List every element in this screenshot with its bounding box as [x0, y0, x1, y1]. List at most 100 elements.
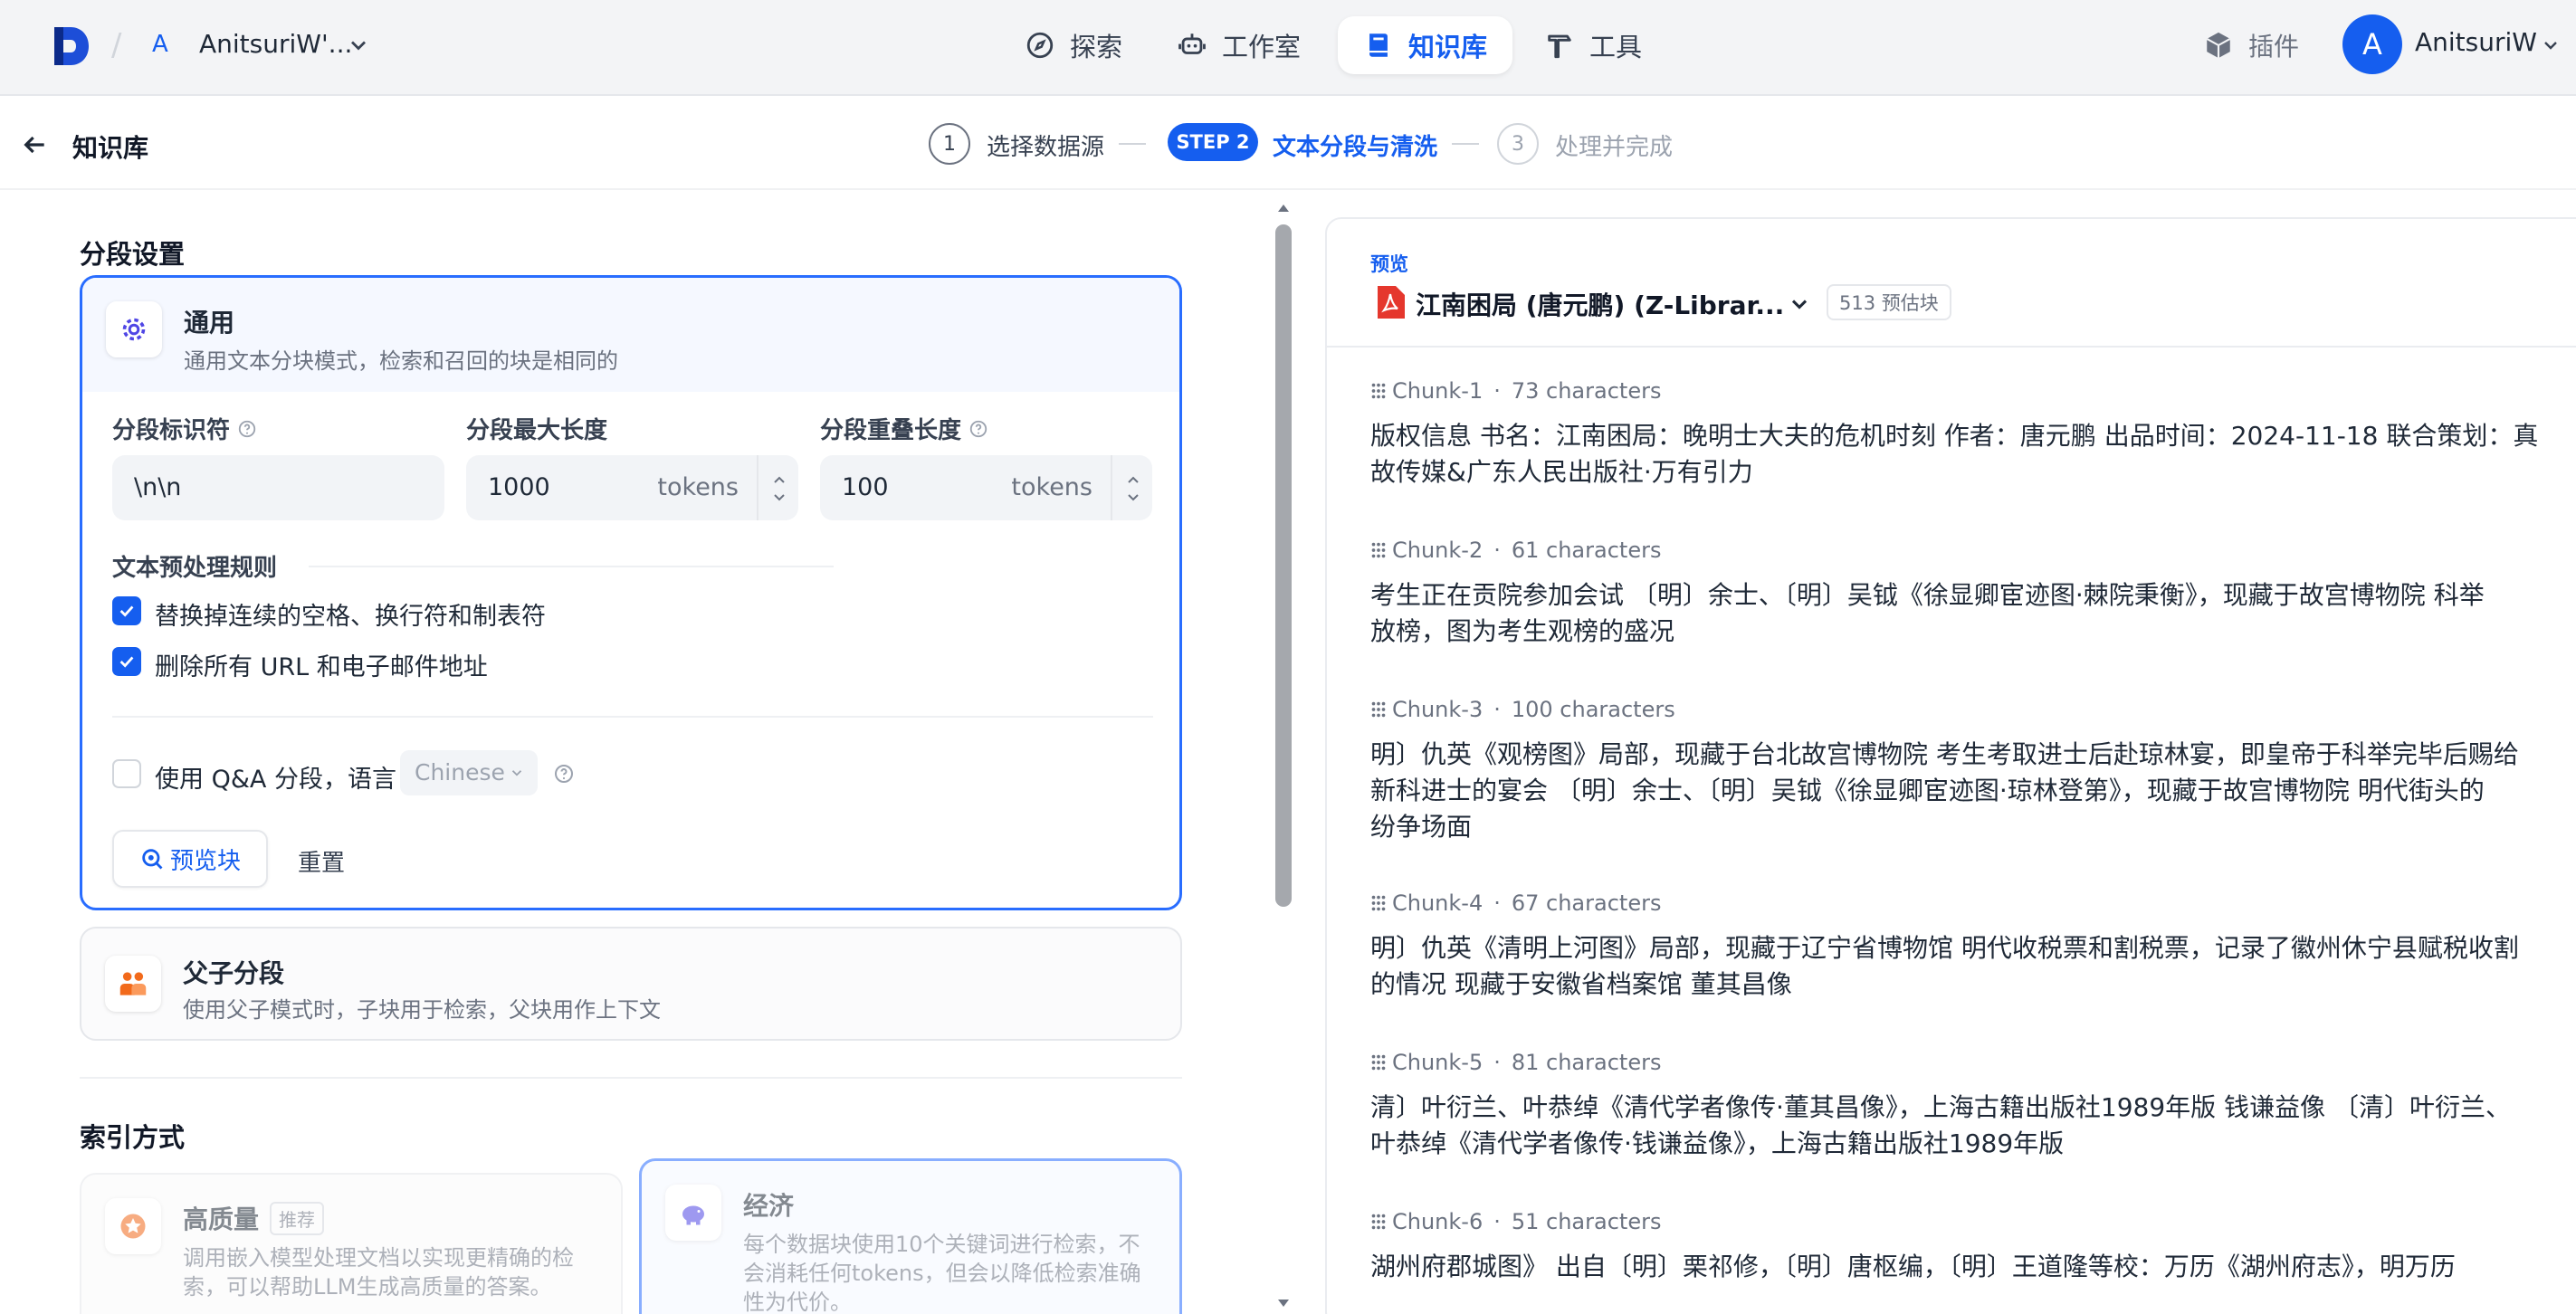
- recommended-badge: 推荐: [270, 1202, 324, 1235]
- plugin-button[interactable]: 插件: [2203, 27, 2299, 63]
- grip-dots-icon: [1371, 895, 1386, 911]
- breadcrumb-separator: /: [111, 27, 122, 63]
- chevron-down-icon[interactable]: [2540, 34, 2562, 56]
- chevron-down-icon[interactable]: [346, 33, 371, 58]
- grip-dots-icon: [1371, 1054, 1386, 1071]
- language-select[interactable]: Chinese: [400, 750, 538, 795]
- parent-child-segment-card[interactable]: 父子分段 使用父子模式时，子块用于检索，父块用作上下文: [80, 927, 1182, 1041]
- chevron-down-icon[interactable]: [1787, 291, 1812, 317]
- check-icon: [119, 605, 134, 617]
- max-length-stepper[interactable]: [757, 455, 798, 520]
- overlap-stepper[interactable]: [1111, 455, 1152, 520]
- grip-dots-icon: [1371, 542, 1386, 558]
- chunk-header: Chunk-6 · 51 characters: [1369, 1209, 1661, 1234]
- high-quality-desc-line1: 调用嵌入模型处理文档以实现更精确的检: [183, 1245, 574, 1271]
- piggy-bank-icon: [682, 1205, 704, 1225]
- max-length-input[interactable]: 1000 tokens: [466, 455, 798, 520]
- max-length-value: 1000: [488, 473, 550, 501]
- chunk-text-line: 故传媒&广东人民出版社·万有引力: [1370, 457, 1753, 487]
- check-icon: [119, 656, 134, 668]
- chunk-text-line: 新科进士的宴会 〔明〕余士、〔明〕吴钺《徐显卿宦迹图·琼林登第》，现藏于故宫博物…: [1370, 776, 2485, 805]
- nav-knowledge[interactable]: 知识库: [1338, 16, 1513, 74]
- chunk-text: 明〕仇英《清明上河图》局部，现藏于辽宁省博物馆 明代收税票和割税票，记录了徽州休…: [1370, 930, 2547, 1003]
- scroll-down-arrow-icon[interactable]: [1273, 1292, 1294, 1314]
- economy-desc-line3: 性为代价。: [743, 1290, 852, 1314]
- qa-label: 使用 Q&A 分段，语言: [155, 766, 396, 794]
- chunk-name: Chunk-2: [1392, 538, 1484, 563]
- document-title[interactable]: 江南困局 (唐元鹏) (Z-Librar...: [1416, 286, 1784, 322]
- high-quality-index-card[interactable]: 高质量 推荐 调用嵌入模型处理文档以实现更精确的检 索，可以帮助LLM生成高质量…: [80, 1173, 623, 1314]
- chunk-separator: ·: [1493, 697, 1501, 722]
- arrow-left-icon[interactable]: [20, 130, 49, 159]
- economy-index-card[interactable]: 经济 每个数据块使用10个关键词进行检索，不 会消耗任何tokens，但会以降低…: [639, 1158, 1182, 1314]
- rules-title: 文本预处理规则: [112, 555, 278, 582]
- chunk-text-line: 清〕叶衍兰、叶恭绰《清代学者像传·董其昌像》，上海古籍出版社1989年版 钱谦益…: [1370, 1092, 2511, 1122]
- overlap-input[interactable]: 100 tokens: [820, 455, 1152, 520]
- robot-icon: [1178, 33, 1206, 54]
- max-length-unit: tokens: [657, 473, 739, 501]
- rule1-label: 替换掉连续的空格、换行符和制表符: [155, 603, 546, 631]
- chunk-text-line: 考生正在贡院参加会试 〔明〕余士、〔明〕吴钺《徐显卿宦迹图·棘院秉衡》，现藏于故…: [1370, 580, 2485, 610]
- nav-label: 工作室: [1222, 32, 1302, 62]
- rule2-checkbox[interactable]: [112, 647, 141, 676]
- grip-dots-icon: [1371, 1214, 1386, 1230]
- workspace-name[interactable]: AnitsuriW'...: [199, 29, 352, 59]
- step-2-label: 文本分段与清洗: [1273, 134, 1438, 161]
- help-icon[interactable]: [553, 763, 575, 785]
- chunk-name: Chunk-3: [1392, 697, 1484, 722]
- preview-chunks-label: 预览块: [169, 847, 241, 875]
- general-icon-box: [106, 301, 162, 357]
- economy-icon-box: [665, 1185, 721, 1241]
- step-3-label: 处理并完成: [1555, 134, 1674, 161]
- general-segment-card[interactable]: 通用 通用文本分块模式，检索和召回的块是相同的 分段标识符 \n\n 分段最大长…: [80, 275, 1182, 910]
- step-connector: [1452, 143, 1479, 145]
- nav-tools[interactable]: 工具: [1519, 16, 1667, 74]
- rules-divider: [309, 566, 834, 567]
- compass-icon: [1026, 32, 1054, 59]
- avatar[interactable]: A: [2342, 14, 2402, 74]
- scrollbar-thumb[interactable]: [1275, 224, 1292, 907]
- overlap-unit: tokens: [1011, 473, 1092, 501]
- qa-checkbox[interactable]: [112, 759, 141, 788]
- help-icon[interactable]: [968, 419, 988, 439]
- hammer-icon: [1548, 34, 1571, 59]
- index-section-title: 索引方式: [80, 1122, 186, 1153]
- general-desc: 通用文本分块模式，检索和召回的块是相同的: [184, 348, 618, 374]
- help-icon[interactable]: [237, 419, 257, 439]
- user-name[interactable]: AnitsuriW: [2415, 27, 2537, 57]
- nav-studio[interactable]: 工作室: [1151, 16, 1326, 74]
- rule2-label: 删除所有 URL 和电子邮件地址: [155, 653, 488, 681]
- chunk-char-count: 73 characters: [1511, 378, 1662, 404]
- general-title: 通用: [184, 308, 235, 338]
- chunk-name: Chunk-6: [1392, 1209, 1484, 1234]
- chunk-text-line: 湖州府郡城图》 出自〔明〕栗祁修，〔明〕唐枢编，〔明〕王道隆等校：万历《湖州府志…: [1370, 1252, 2456, 1281]
- parent-child-desc: 使用父子模式时，子块用于检索，父块用作上下文: [183, 997, 661, 1023]
- step-3-number: 3: [1497, 123, 1539, 165]
- overlap-label-text: 分段重叠长度: [820, 417, 962, 444]
- nav-label: 知识库: [1408, 32, 1488, 62]
- scroll-up-arrow-icon[interactable]: [1273, 197, 1294, 219]
- overlap-value: 100: [842, 473, 889, 501]
- chunk-separator: ·: [1493, 378, 1501, 404]
- chunk-name: Chunk-4: [1392, 890, 1484, 916]
- preview-chunks-button[interactable]: 预览块: [112, 830, 268, 888]
- nav-explore[interactable]: 探索: [999, 16, 1148, 74]
- stepper-arrows-icon[interactable]: [758, 455, 800, 520]
- delimiter-input[interactable]: \n\n: [112, 455, 444, 520]
- cube-icon: [2206, 32, 2231, 59]
- chunk-header: Chunk-4 · 67 characters: [1369, 890, 1661, 916]
- preview-tag: 预览: [1370, 253, 1408, 275]
- chunk-text-line: 纷争场面: [1370, 812, 1473, 842]
- rule1-checkbox[interactable]: [112, 596, 141, 625]
- preview-divider: [1327, 346, 2576, 348]
- reset-button[interactable]: 重置: [298, 844, 345, 878]
- chunk-count-badge: 513 预估块: [1827, 284, 1951, 320]
- overlap-label: 分段重叠长度: [820, 412, 988, 445]
- section-divider: [112, 716, 1153, 718]
- chunk-separator: ·: [1493, 1209, 1501, 1234]
- stepper-arrows-icon[interactable]: [1112, 455, 1154, 520]
- step-connector: [1119, 143, 1146, 145]
- app-logo-icon[interactable]: [51, 25, 92, 67]
- chunk-header: Chunk-1 · 73 characters: [1369, 378, 1661, 404]
- high-quality-title: 高质量: [183, 1204, 260, 1234]
